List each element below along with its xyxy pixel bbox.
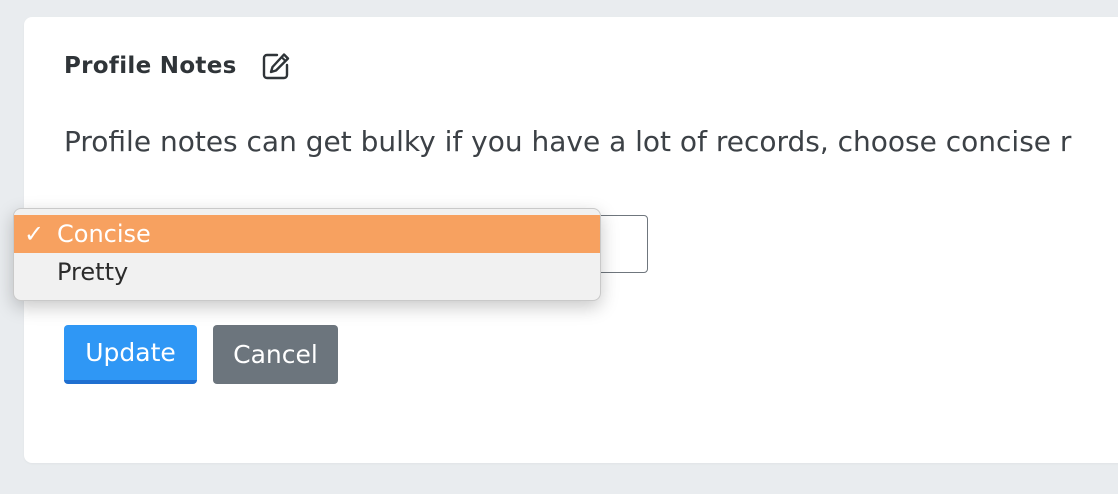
update-button[interactable]: Update [64,325,197,384]
checkmark-icon: ✓ [24,220,45,248]
edit-icon[interactable] [261,51,291,81]
title-row: Profile Notes [64,51,291,81]
card-title: Profile Notes [64,53,237,79]
description-text: Profile notes can get bulky if you have … [64,125,1072,158]
option-pretty[interactable]: Pretty [14,253,600,291]
option-label: Pretty [57,258,129,286]
edit-icon-graphic [262,53,289,80]
cancel-button[interactable]: Cancel [213,325,338,384]
select-dropdown-menu: ✓ Concise Pretty [13,208,601,301]
option-concise[interactable]: ✓ Concise [14,215,600,253]
option-label: Concise [57,220,151,248]
